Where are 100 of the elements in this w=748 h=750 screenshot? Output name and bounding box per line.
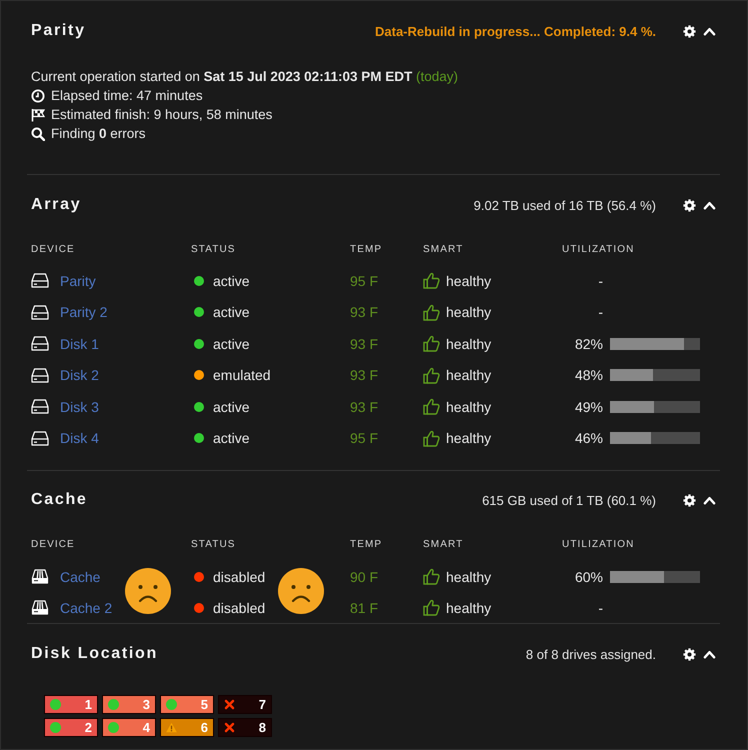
status-text: active (213, 430, 250, 446)
thumbs-up-icon (423, 599, 440, 616)
utilization-value: 60% (574, 568, 603, 584)
hard-drive-icon (31, 273, 49, 288)
device-link[interactable]: Parity (60, 272, 96, 289)
thumbs-up-icon (423, 398, 440, 416)
settings-icon (683, 198, 696, 212)
status-dot-icon (50, 699, 61, 710)
settings-button[interactable] (683, 24, 696, 38)
section-title: Disk Location (31, 645, 158, 663)
smart-status: healthy (446, 568, 492, 584)
utilization-value: - (597, 600, 603, 616)
temperature: 95 F (350, 272, 378, 289)
thumbs-up-icon (423, 430, 440, 447)
temperature: 93 F (350, 336, 378, 352)
device-link[interactable]: Parity 2 (60, 304, 108, 320)
status-text: disabled (213, 600, 266, 616)
clock-icon (31, 88, 45, 102)
column-header: UTILIZATION (562, 538, 636, 550)
solid-state-drive-icon (31, 600, 49, 615)
status-text: active (213, 304, 250, 320)
device-link[interactable]: Cache (60, 568, 100, 584)
status-text: active (213, 398, 250, 415)
smart-status: healthy (446, 367, 492, 384)
column-header: TEMP (350, 244, 384, 254)
slot-number: 4 (142, 720, 150, 735)
usage-summary: 615 GB used of 1 TB (60.1 %) (482, 492, 656, 508)
slot-number: 1 (84, 697, 92, 712)
settings-button[interactable] (683, 648, 696, 660)
search-icon (31, 126, 45, 140)
column-header: SMART (423, 244, 464, 254)
device-link[interactable]: Disk 2 (60, 367, 99, 384)
column-header: STATUS (191, 244, 237, 254)
settings-icon (683, 24, 696, 38)
smart-status: healthy (446, 398, 492, 415)
temperature: 93 F (350, 367, 378, 384)
cross-icon (224, 699, 235, 710)
device-link[interactable]: Cache 2 (60, 600, 112, 616)
status-dot-icon (108, 722, 119, 733)
temperature: 93 F (350, 304, 378, 320)
slot-number: 2 (84, 720, 92, 735)
slot-number: 5 (200, 697, 208, 712)
status-dot-icon (50, 722, 61, 733)
status-dot-icon (166, 699, 177, 710)
temperature: 93 F (350, 398, 378, 415)
smart-status: healthy (446, 272, 492, 289)
status-line: Current operation started on Sat 15 Jul 2023 02:11:03 PM EDT (today) (31, 69, 458, 84)
column-header: UTILIZATION (562, 244, 636, 254)
sad-face-icon (278, 568, 324, 614)
utilization-value: 49% (574, 398, 603, 415)
section-title: Cache (31, 491, 88, 509)
hard-drive-icon (31, 430, 49, 446)
smart-status: healthy (446, 304, 492, 320)
status-line: Elapsed time: 47 minutes (51, 88, 203, 103)
settings-icon (683, 494, 696, 506)
column-header: DEVICE (31, 244, 76, 254)
column-header: TEMP (350, 538, 384, 550)
cross-icon (224, 722, 235, 733)
hard-drive-icon (31, 304, 49, 320)
section-title: Parity (31, 22, 86, 40)
column-header: SMART (423, 538, 464, 550)
hard-drive-icon (31, 336, 49, 352)
status-text: disabled (213, 568, 266, 584)
status-text: emulated (213, 367, 271, 384)
temperature: 90 F (350, 568, 378, 584)
warning-icon (166, 722, 177, 733)
smart-status: healthy (446, 430, 492, 446)
device-link[interactable]: Disk 3 (60, 398, 99, 415)
hard-drive-icon (31, 399, 49, 414)
smart-status: healthy (446, 600, 492, 616)
usage-summary: 8 of 8 drives assigned. (526, 646, 656, 662)
thumbs-up-icon (423, 304, 440, 321)
settings-icon (683, 648, 696, 660)
column-header: STATUS (191, 538, 237, 550)
slot-number: 7 (258, 697, 266, 712)
rebuild-status: Data-Rebuild in progress... Completed: 9.4 %. (375, 24, 656, 38)
device-link[interactable]: Disk 1 (60, 336, 99, 352)
device-link[interactable]: Disk 4 (60, 430, 99, 446)
slot-number: 8 (258, 720, 266, 735)
thumbs-up-icon (423, 272, 440, 290)
hard-drive-icon (31, 368, 49, 383)
temperature: 81 F (350, 600, 378, 616)
utilization-value: 46% (574, 430, 603, 446)
settings-button[interactable] (683, 198, 696, 212)
usage-summary: 9.02 TB used of 16 TB (56.4 %) (474, 198, 656, 212)
sad-face-icon (125, 568, 171, 614)
thumbs-up-icon (423, 335, 440, 352)
slot-number: 6 (200, 720, 208, 735)
status-text: active (213, 336, 250, 352)
status-dot-icon (108, 699, 119, 710)
temperature: 95 F (350, 430, 378, 446)
utilization-value: - (597, 272, 603, 289)
checkered-flag-icon (31, 108, 45, 122)
status-text: active (213, 272, 250, 289)
slot-number: 3 (142, 697, 150, 712)
settings-button[interactable] (683, 494, 696, 506)
thumbs-up-icon (423, 568, 440, 585)
utilization-value: 48% (574, 367, 603, 384)
thumbs-up-icon (423, 366, 440, 384)
section-title: Array (31, 196, 82, 214)
